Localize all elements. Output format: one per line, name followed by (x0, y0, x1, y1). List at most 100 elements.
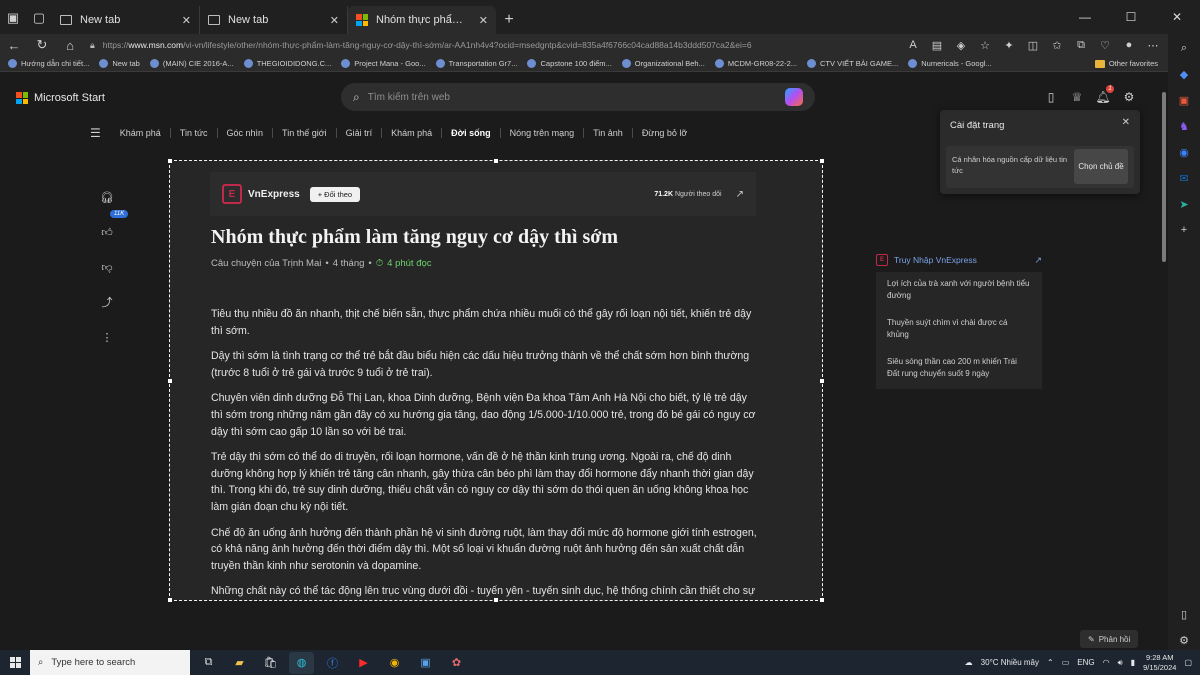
related-header[interactable]: E Truy Nhập VnExpress ↗ (870, 248, 1048, 272)
favorites-icon[interactable]: ✩ (1046, 35, 1068, 55)
minimize-button[interactable]: — (1062, 0, 1108, 34)
nav-item[interactable]: Góc nhìn (216, 128, 273, 138)
more-icon[interactable]: ⋮ (96, 328, 118, 346)
nav-item[interactable]: Đời sống (441, 128, 499, 138)
browser-essentials-icon[interactable]: ♡ (1094, 35, 1116, 55)
bookmark-item[interactable]: THEGIOIDIDONG.C... (243, 59, 331, 68)
task-view-icon[interactable]: ⧉ (196, 652, 221, 674)
nav-item[interactable]: Tin ảnh (583, 128, 632, 138)
nav-item[interactable]: Giải trí (335, 128, 382, 138)
paint-icon[interactable]: ✿ (444, 652, 469, 674)
refresh-button[interactable]: ↻ (28, 34, 56, 56)
lock-icon[interactable]: 🔒︎ (90, 40, 95, 51)
open-external-icon[interactable]: ↗ (1034, 255, 1042, 266)
nav-item[interactable]: Nóng trên mạng (499, 128, 584, 138)
tray-overflow-icon[interactable]: ⌃ (1047, 658, 1054, 667)
workspaces-icon[interactable]: ▣ (0, 5, 26, 31)
new-tab-button[interactable]: + (496, 6, 522, 34)
network-icon[interactable]: ▭ (1062, 658, 1070, 667)
open-external-icon[interactable]: ↗ (736, 189, 744, 200)
like-icon[interactable]: 👍︎ 11K (96, 210, 129, 241)
bookmark-item[interactable]: Organizational Beh... (621, 59, 705, 68)
volume-icon[interactable]: 🔊︎ (1118, 658, 1123, 668)
publisher-name[interactable]: VnExpress (248, 189, 300, 200)
photos-icon[interactable]: ▣ (413, 652, 438, 674)
facebook-icon[interactable]: ⓕ (320, 652, 345, 674)
bookmark-item[interactable]: New tab (99, 59, 140, 68)
start-button[interactable] (0, 650, 30, 675)
close-window-button[interactable]: ✕ (1154, 0, 1200, 34)
weather-text[interactable]: 30°C Nhiều mây (981, 658, 1039, 667)
nav-item[interactable]: Đừng bỏ lỡ (631, 128, 696, 138)
wifi-icon[interactable]: ◠ (1103, 658, 1110, 667)
mobile-app-icon[interactable]: ▯ (1044, 90, 1058, 104)
close-icon[interactable]: ✕ (1122, 117, 1130, 128)
maximize-button[interactable]: ☐ (1108, 0, 1154, 34)
url-field[interactable]: 🔒︎ https://www.msn.com/vi-vn/lifestyle/o… (90, 35, 896, 55)
bookmark-item[interactable]: Numericals - Googl... (908, 59, 992, 68)
tools-icon[interactable]: ▣ (1174, 90, 1194, 110)
bookmark-item[interactable]: CTV VIẾT BÀI GAME... (807, 59, 898, 68)
nav-item[interactable]: Khám phá (381, 128, 441, 138)
nav-item[interactable]: Khám phá (111, 128, 170, 138)
immersive-reader-icon[interactable]: ▤ (926, 35, 948, 55)
weather-icon[interactable]: ☁ (965, 658, 973, 667)
language-indicator[interactable]: ENG (1077, 658, 1094, 667)
menu-icon[interactable]: ☰ (90, 126, 101, 140)
tab-new-1[interactable]: New tab ✕ (52, 6, 200, 34)
notifications-icon[interactable]: 🔔︎ 1 (1095, 85, 1114, 104)
edge-icon[interactable]: ◍ (289, 651, 314, 674)
bookmark-item[interactable]: Capstone 100 điểm... (527, 59, 612, 68)
tab-article[interactable]: Nhóm thực phẩm làm tăng nguy ✕ (348, 6, 496, 34)
bookmark-item[interactable]: (MAIN) CIE 2016-A... (149, 59, 234, 68)
youtube-icon[interactable]: ▶ (351, 652, 376, 674)
nav-item[interactable]: Tin tức (169, 128, 217, 138)
listen-icon[interactable]: 🎧︎ (96, 188, 118, 206)
read-aloud-icon[interactable]: A (902, 35, 924, 55)
follow-button[interactable]: + Đối theo (309, 186, 361, 202)
scrollbar-thumb[interactable] (1162, 92, 1166, 262)
taskbar-search[interactable]: ⌕ Type here to search (30, 650, 190, 675)
profile-avatar-icon[interactable]: ● (1118, 35, 1140, 55)
chrome-icon[interactable]: ◉ (382, 652, 407, 674)
outlook-icon[interactable]: ✉ (1174, 168, 1194, 188)
nav-item[interactable]: Tin thế giới (272, 128, 336, 138)
battery-icon[interactable]: ▮ (1131, 658, 1135, 667)
back-button[interactable]: ← (0, 34, 28, 56)
bookmark-item[interactable]: MCDM-GR08-22-2... (714, 59, 797, 68)
feedback-button[interactable]: ✎ Phản hồi (1080, 630, 1139, 648)
microsoft-365-icon[interactable]: ◉ (1174, 142, 1194, 162)
msn-brand[interactable]: Microsoft Start (16, 92, 105, 104)
close-icon[interactable]: ✕ (330, 14, 339, 27)
split-screen-icon[interactable]: ◫ (1022, 35, 1044, 55)
search-icon[interactable]: ⌕ (1174, 38, 1194, 58)
store-icon[interactable]: 🛍︎ (258, 652, 283, 674)
share-icon[interactable]: ⤴ (96, 293, 118, 311)
clock[interactable]: 9:28 AM 9/15/2024 (1143, 653, 1176, 673)
home-button[interactable]: ⌂ (56, 34, 84, 56)
bookmark-item[interactable]: Transportation Gr7... (435, 59, 517, 68)
search-input[interactable] (367, 91, 785, 103)
copilot-icon[interactable] (785, 88, 803, 106)
sidebar-hide-icon[interactable]: ▯ (1174, 604, 1194, 624)
close-icon[interactable]: ✕ (479, 14, 488, 27)
settings-gear-icon[interactable]: ⚙ (1122, 90, 1136, 104)
rewards-icon[interactable]: ♕ (1070, 90, 1084, 104)
favorite-star-icon[interactable]: ☆ (974, 35, 996, 55)
close-icon[interactable]: ✕ (182, 14, 191, 27)
vnexpress-logo-icon[interactable]: E (222, 184, 242, 204)
games-icon[interactable]: ♞ (1174, 116, 1194, 136)
collections-icon[interactable]: ⧉ (1070, 35, 1092, 55)
choose-topic-button[interactable]: Chọn chủ đề (1074, 149, 1128, 184)
notification-center-icon[interactable]: ▢ (1184, 658, 1192, 667)
bookmark-item[interactable]: Project Mana - Goo... (341, 59, 426, 68)
other-favorites[interactable]: Other favorites (1094, 59, 1158, 68)
sidebar-settings-icon[interactable]: ⚙ (1174, 630, 1194, 650)
search-box[interactable]: ⌕ (341, 83, 815, 111)
add-icon[interactable]: + (1174, 220, 1194, 240)
dislike-icon[interactable]: 👎︎ (96, 258, 118, 276)
extensions-icon[interactable]: ✦ (998, 35, 1020, 55)
shopping-icon[interactable]: ◆ (1174, 64, 1194, 84)
drop-icon[interactable]: ➤ (1174, 194, 1194, 214)
related-item[interactable]: Siêu sóng thần cao 200 m khiến Trái Đất … (876, 350, 1042, 389)
